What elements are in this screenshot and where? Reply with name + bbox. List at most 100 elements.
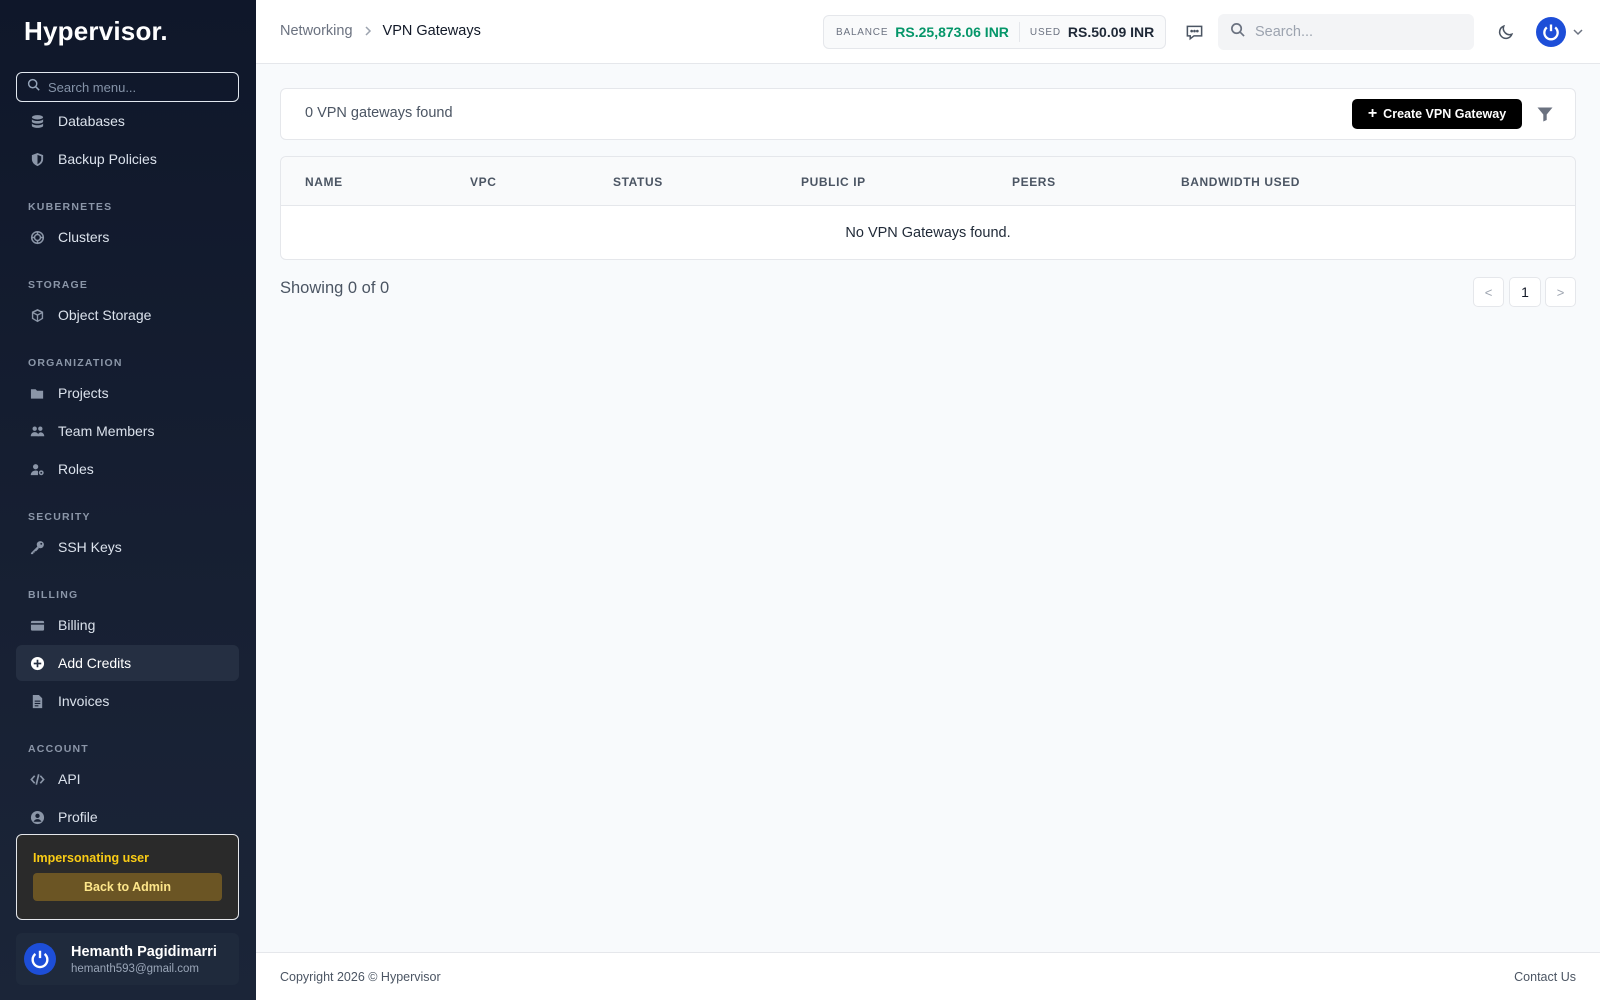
create-button-label: Create VPN Gateway [1383,107,1507,121]
section-billing: BILLING [28,589,79,601]
footer: Copyright 2026 © Hypervisor Contact Us [256,952,1600,1000]
section-storage: STORAGE [28,279,89,291]
balance-label: BALANCE [836,26,889,38]
user-card[interactable]: Hemanth Pagidimarri hemanth593@gmail.com [16,933,239,985]
user-circle-icon [28,808,46,826]
user-gear-icon [28,460,46,478]
empty-state-message: No VPN Gateways found. [845,224,1011,241]
sidebar-item-label: Team Members [58,423,155,439]
user-name: Hemanth Pagidimarri [71,943,217,960]
sidebar-nav: Databases Backup Policies KUBERNETES Clu… [16,103,239,837]
section-security: SECURITY [28,511,91,523]
sidebar-item-projects[interactable]: Projects [16,375,239,411]
sidebar-item-label: API [58,771,81,787]
breadcrumb: Networking VPN Gateways [280,23,481,39]
chat-icon[interactable] [1184,22,1204,42]
create-vpn-gateway-button[interactable]: + Create VPN Gateway [1352,99,1522,129]
table-header: NAME VPC STATUS PUBLIC IP PEERS BANDWIDT… [281,157,1575,206]
database-icon [28,112,46,130]
moon-icon[interactable] [1496,22,1516,42]
brand-logo: Hypervisor. [24,16,168,46]
avatar [24,943,56,975]
wallet-icon [28,616,46,634]
impersonation-banner: Impersonating user Back to Admin [16,834,239,920]
folder-icon [28,384,46,402]
key-icon [28,538,46,556]
balance-divider [1018,22,1020,42]
column-status[interactable]: STATUS [613,175,663,189]
search-icon [1230,22,1245,42]
sidebar-item-billing[interactable]: Billing [16,607,239,643]
pagination-prev-button[interactable]: < [1473,277,1504,307]
sidebar-item-label: SSH Keys [58,539,122,555]
column-public-ip[interactable]: PUBLIC IP [801,175,866,189]
plus-icon: + [1367,105,1378,122]
gateway-count: 0 VPN gateways found [305,105,453,121]
pagination-next-button[interactable]: > [1545,277,1576,307]
toolbar-card: 0 VPN gateways found + Create VPN Gatewa… [280,88,1576,140]
column-name[interactable]: NAME [305,175,343,189]
pagination-page-1[interactable]: 1 [1509,277,1541,307]
users-icon [28,422,46,440]
top-header: Networking VPN Gateways BALANCE RS.25,87… [256,0,1600,64]
impersonation-label: Impersonating user [33,851,149,865]
breadcrumb-current: VPN Gateways [382,23,481,39]
sidebar-item-label: Profile [58,809,98,825]
sidebar-item-api[interactable]: API [16,761,239,797]
balance-value: RS.25,873.06 INR [895,24,1009,40]
contact-us-link[interactable]: Contact Us [1514,970,1576,984]
sidebar-item-backup-policies[interactable]: Backup Policies [16,141,239,177]
sidebar-item-roles[interactable]: Roles [16,451,239,487]
file-icon [28,692,46,710]
used-value: RS.50.09 INR [1067,24,1155,40]
vpn-gateways-table: NAME VPC STATUS PUBLIC IP PEERS BANDWIDT… [280,156,1576,260]
sidebar-item-team-members[interactable]: Team Members [16,413,239,449]
global-search-input[interactable] [1255,24,1455,40]
used-label: USED [1029,26,1061,38]
showing-count: Showing 0 of 0 [280,279,390,297]
filter-icon[interactable] [1536,105,1554,123]
column-bandwidth-used[interactable]: BANDWIDTH USED [1181,175,1300,189]
sidebar-item-label: Add Credits [58,655,132,671]
menu-search-box[interactable] [16,72,239,102]
sidebar-item-label: Object Storage [58,307,152,323]
section-account: ACCOUNT [28,743,89,755]
breadcrumb-networking[interactable]: Networking [280,23,353,39]
column-vpc[interactable]: VPC [470,175,496,189]
search-icon [27,78,40,96]
helm-icon [28,228,46,246]
sidebar-item-label: Billing [58,617,96,633]
sidebar-item-add-credits[interactable]: Add Credits [16,645,239,681]
cube-icon [28,306,46,324]
sidebar-item-label: Backup Policies [58,151,157,167]
chevron-down-icon[interactable] [1572,26,1584,38]
menu-search-input[interactable] [48,79,228,95]
sidebar-item-ssh-keys[interactable]: SSH Keys [16,529,239,565]
back-to-admin-button[interactable]: Back to Admin [33,873,222,901]
column-peers[interactable]: PEERS [1012,175,1056,189]
sidebar-item-databases[interactable]: Databases [16,103,239,139]
balance-widget: BALANCE RS.25,873.06 INR USED RS.50.09 I… [823,15,1166,49]
sidebar-item-profile[interactable]: Profile [16,799,239,835]
sidebar-item-clusters[interactable]: Clusters [16,219,239,255]
code-icon [28,770,46,788]
sidebar-item-label: Databases [58,113,125,129]
sidebar-item-object-storage[interactable]: Object Storage [16,297,239,333]
global-search-box[interactable] [1218,14,1474,50]
sidebar-item-label: Clusters [58,229,110,245]
header-avatar[interactable] [1536,17,1566,47]
chevron-right-icon [362,25,374,37]
section-organization: ORGANIZATION [28,357,123,369]
shield-icon [28,150,46,168]
copyright-text: Copyright 2026 © Hypervisor [280,970,441,984]
sidebar-item-label: Roles [58,461,94,477]
user-email: hemanth593@gmail.com [71,962,200,975]
sidebar: Hypervisor. Databases Backup Policies KU… [0,0,256,1000]
sidebar-item-label: Projects [58,385,109,401]
section-kubernetes: KUBERNETES [28,201,113,213]
power-icon [31,950,49,969]
plus-circle-icon [28,654,46,672]
sidebar-item-invoices[interactable]: Invoices [16,683,239,719]
sidebar-item-label: Invoices [58,693,110,709]
power-icon [1543,24,1559,41]
